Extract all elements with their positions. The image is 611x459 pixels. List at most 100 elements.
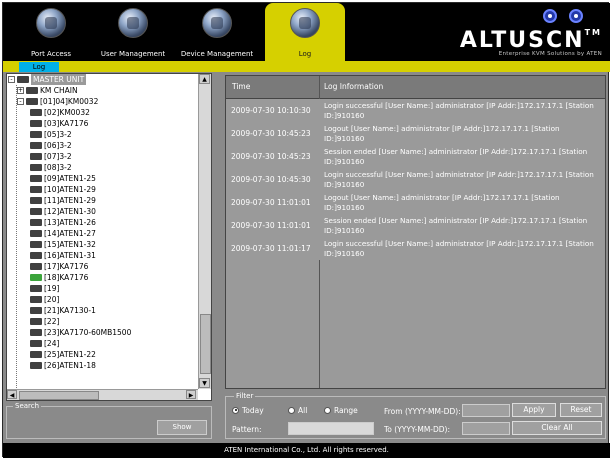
port-access-icon xyxy=(36,8,66,38)
radio-today[interactable]: Today xyxy=(232,406,264,416)
show-button[interactable]: Show xyxy=(157,420,207,435)
tree-node[interactable]: [23]KA7170-60MB1500 xyxy=(7,327,197,338)
tree-node[interactable]: [11]ATEN1-29 xyxy=(7,195,197,206)
tab-user-management[interactable]: User Management xyxy=(101,3,165,61)
apply-button[interactable]: Apply xyxy=(512,403,556,417)
tree-node-label: [22] xyxy=(44,317,60,326)
log-row[interactable]: 2009-07-30 11:01:01 Logout [User Name:] a… xyxy=(226,191,605,214)
computer-icon xyxy=(30,285,42,292)
tree-node[interactable]: [19] xyxy=(7,283,197,294)
tree-node[interactable]: [15]ATEN1-32 xyxy=(7,239,197,250)
tree-node-label: [21]KA7130-1 xyxy=(44,306,96,315)
tree-node[interactable]: [09]ATEN1-25 xyxy=(7,173,197,184)
tree-node-label: [15]ATEN1-32 xyxy=(44,240,96,249)
scroll-up-icon[interactable]: ▲ xyxy=(199,74,210,84)
tree-node[interactable]: [12]ATEN1-30 xyxy=(7,206,197,217)
tree-node[interactable]: [21]KA7130-1 xyxy=(7,305,197,316)
radio-all-indicator[interactable] xyxy=(288,406,295,414)
log-time: 2009-07-30 11:01:01 xyxy=(231,198,311,207)
log-table[interactable]: Time Log Information 2009-07-30 10:10:30… xyxy=(225,75,606,389)
tree-node[interactable]: [26]ATEN1-18 xyxy=(7,360,197,371)
search-input[interactable] xyxy=(13,421,153,435)
computer-icon xyxy=(30,351,42,358)
logout-icon[interactable] xyxy=(569,9,583,23)
computer-icon xyxy=(30,307,42,314)
tab-device-management-label: Device Management xyxy=(180,50,254,58)
tab-device-management[interactable]: Device Management xyxy=(181,3,253,61)
log-row[interactable]: 2009-07-30 10:10:30 Login successful [Use… xyxy=(226,99,605,122)
computer-icon xyxy=(30,340,42,347)
tree-node[interactable]: + KM CHAIN xyxy=(7,85,197,96)
user-management-icon xyxy=(118,8,148,38)
tree-node-label: [12]ATEN1-30 xyxy=(44,207,96,216)
to-date-input[interactable] xyxy=(462,422,510,435)
pattern-input[interactable] xyxy=(288,422,374,435)
log-row[interactable]: 2009-07-30 10:45:30 Login successful [Use… xyxy=(226,168,605,191)
clear-all-button[interactable]: Clear All xyxy=(512,421,602,435)
radio-today-indicator[interactable] xyxy=(232,406,239,414)
tree-node[interactable]: [22] xyxy=(7,316,197,327)
log-row[interactable]: 2009-07-30 10:45:23 Session ended [User N… xyxy=(226,145,605,168)
filter-group: Filter Today All Range From (YYYY-MM-DD)… xyxy=(225,392,606,439)
radio-range[interactable]: Range xyxy=(324,406,358,416)
computer-icon xyxy=(30,153,42,160)
tree-node[interactable]: [25]ATEN1-22 xyxy=(7,349,197,360)
search-icon[interactable] xyxy=(543,9,557,23)
top-nav-bar: Port Access User Management Device Manag… xyxy=(3,3,610,61)
tree-node-label: [02]KM0032 xyxy=(44,108,90,117)
device-tree-panel[interactable]: - MASTER UNIT + KM CHAIN - [01]04]KM0032 [02]K… xyxy=(6,73,212,401)
log-time: 2009-07-30 10:10:30 xyxy=(231,106,311,115)
tree-node[interactable]: [05]3-2 xyxy=(7,129,197,140)
brand-tagline: Enterprise KVM Solutions by ATEN xyxy=(498,51,602,57)
scroll-left-icon[interactable]: ◀ xyxy=(7,390,17,399)
computer-icon xyxy=(30,175,42,182)
tree-node[interactable]: [03]KA7176 xyxy=(7,118,197,129)
log-info: Login successful [User Name:] administra… xyxy=(324,170,594,189)
tree-node[interactable]: [10]ATEN1-29 xyxy=(7,184,197,195)
reset-button[interactable]: Reset xyxy=(560,403,602,417)
tree-horizontal-scroll-thumb[interactable] xyxy=(19,391,99,400)
log-info: Logout [User Name:] administrator [IP Ad… xyxy=(324,124,560,143)
radio-all[interactable]: All xyxy=(288,406,307,416)
tree-vertical-scrollbar[interactable]: ▲ ▼ xyxy=(198,74,211,389)
computer-icon xyxy=(17,76,29,83)
tree-node[interactable]: [16]ATEN1-31 xyxy=(7,250,197,261)
computer-icon xyxy=(26,98,38,105)
device-tree: - MASTER UNIT + KM CHAIN - [01]04]KM0032 [02]K… xyxy=(7,74,197,371)
brand-name: ALTUSCN xyxy=(459,28,585,53)
log-row[interactable]: 2009-07-30 10:45:23 Logout [User Name:] a… xyxy=(226,122,605,145)
tree-node[interactable]: [13]ATEN1-26 xyxy=(7,217,197,228)
tree-node[interactable]: [06]3-2 xyxy=(7,140,197,151)
search-group: Search Show xyxy=(6,402,212,439)
expand-icon[interactable]: + xyxy=(17,87,24,94)
tree-node[interactable]: - [01]04]KM0032 xyxy=(7,96,197,107)
tree-node-label: [17]KA7176 xyxy=(44,262,89,271)
from-date-input[interactable] xyxy=(462,404,510,417)
tree-horizontal-scrollbar[interactable]: ◀ ▶ xyxy=(7,389,198,400)
scroll-right-icon[interactable]: ▶ xyxy=(186,390,196,399)
radio-range-label: Range xyxy=(334,406,358,415)
tab-port-access[interactable]: Port Access xyxy=(19,3,83,61)
tree-node-label: [05]3-2 xyxy=(44,130,72,139)
tree-node[interactable]: [02]KM0032 xyxy=(7,107,197,118)
tree-node[interactable]: [18]KA7176 xyxy=(7,272,197,283)
tree-node[interactable]: [07]3-2 xyxy=(7,151,197,162)
tree-node[interactable]: [08]3-2 xyxy=(7,162,197,173)
tree-node[interactable]: [17]KA7176 xyxy=(7,261,197,272)
tab-log[interactable]: Log xyxy=(265,3,345,61)
tree-node[interactable]: [24] xyxy=(7,338,197,349)
subtab-log[interactable]: Log xyxy=(19,62,59,72)
collapse-icon[interactable]: - xyxy=(8,76,15,83)
tree-node[interactable]: [20] xyxy=(7,294,197,305)
column-header-time[interactable]: Time xyxy=(232,82,250,91)
tree-node[interactable]: [14]ATEN1-27 xyxy=(7,228,197,239)
tree-root-node[interactable]: - MASTER UNIT xyxy=(7,74,197,85)
column-header-log-information[interactable]: Log Information xyxy=(324,82,383,91)
scroll-down-icon[interactable]: ▼ xyxy=(199,378,210,388)
tree-vertical-scroll-thumb[interactable] xyxy=(200,314,211,374)
log-row[interactable]: 2009-07-30 11:01:01 Session ended [User N… xyxy=(226,214,605,237)
log-icon xyxy=(290,8,320,38)
radio-range-indicator[interactable] xyxy=(324,406,331,414)
log-row[interactable]: 2009-07-30 11:01:17 Login successful [Use… xyxy=(226,237,605,260)
collapse-icon[interactable]: - xyxy=(17,98,24,105)
